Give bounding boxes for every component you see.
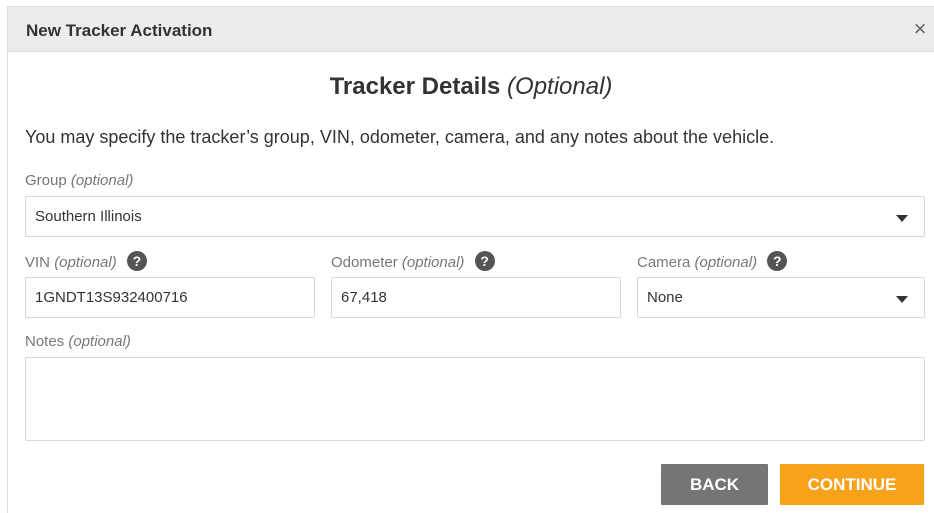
page-title-main: Tracker Details [329,73,501,100]
tracker-activation-dialog: New Tracker Activation × Tracker Details… [0,0,934,513]
camera-label-text: Camera [637,253,691,271]
group-optional-text: (optional) [70,172,134,189]
back-button[interactable]: BACK [661,464,768,505]
dialog-titlebar: New Tracker Activation × [8,7,934,52]
question-circle-icon[interactable]: ? [767,251,788,271]
group-label-text: Group [25,172,67,189]
description-text: You may specify the tracker’s group, VIN… [25,127,775,147]
page-title: Tracker Details (Optional) [8,73,934,101]
continue-button[interactable]: CONTINUE [780,464,924,505]
group-select[interactable]: Southern Illinois [25,196,925,237]
vin-input[interactable]: 1GNDT13S932400716 [25,277,315,318]
notes-label-text: Notes [25,333,65,350]
camera-optional-text: (optional) [694,253,758,271]
dialog-title: New Tracker Activation [26,21,213,40]
camera-label: Camera (optional) ? [637,251,788,273]
vin-label: VIN (optional) ? [25,251,147,273]
odometer-input-value: 67,418 [341,289,387,306]
vin-input-value: 1GNDT13S932400716 [35,289,188,306]
question-circle-icon[interactable]: ? [474,251,495,271]
notes-label: Notes (optional) [25,333,131,350]
group-label: Group (optional) [25,172,133,189]
odometer-label-text: Odometer [331,253,398,271]
camera-select[interactable]: None [637,277,925,318]
notes-textarea[interactable] [25,357,925,441]
vin-label-text: VIN [25,253,51,271]
vin-optional-text: (optional) [54,253,117,271]
notes-optional-text: (optional) [68,333,131,350]
odometer-label: Odometer (optional) ? [331,251,495,273]
camera-select-value: None [647,289,683,306]
caret-down-icon [896,296,908,303]
caret-down-icon [896,215,908,222]
odometer-input[interactable]: 67,418 [331,277,621,318]
close-icon[interactable]: × [908,17,932,41]
odometer-optional-text: (optional) [401,253,465,271]
page-title-suffix: (Optional) [507,73,613,100]
question-circle-icon[interactable]: ? [126,251,147,271]
group-select-value: Southern Illinois [35,208,142,225]
